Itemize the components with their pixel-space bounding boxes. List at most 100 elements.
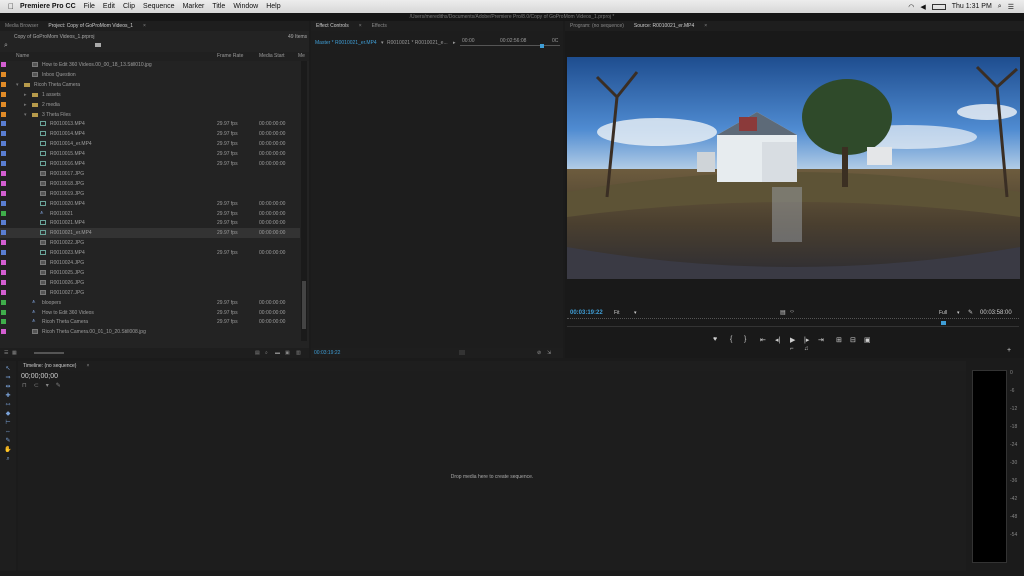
wrench-icon[interactable]: ✎ bbox=[968, 309, 973, 316]
label-color[interactable] bbox=[1, 151, 6, 157]
label-color[interactable] bbox=[1, 220, 6, 226]
rate-stretch-icon[interactable]: ⇿ bbox=[4, 402, 12, 409]
search-icon[interactable]: ⌕ bbox=[998, 3, 1002, 11]
pen-icon[interactable]: ✎ bbox=[4, 438, 12, 445]
clip-name-icon[interactable]: ‹› bbox=[790, 309, 794, 315]
tab-project[interactable]: Project: Copy of GoProMom Videos_1 bbox=[43, 23, 138, 29]
hand-icon[interactable]: ✋ bbox=[4, 447, 12, 454]
dropdown-icon[interactable]: ▾ bbox=[957, 310, 960, 316]
label-color[interactable] bbox=[1, 101, 6, 107]
linked-icon[interactable]: ⊂ bbox=[34, 382, 39, 389]
list-item[interactable]: How to Edit 360 Videos.00_00_18_13.Still… bbox=[0, 60, 300, 70]
label-color[interactable] bbox=[1, 210, 6, 216]
ripple-edit-icon[interactable]: ⇹ bbox=[4, 384, 12, 391]
clock[interactable]: Thu 1:31 PM bbox=[952, 3, 992, 10]
video-frame[interactable] bbox=[567, 57, 1020, 279]
label-color[interactable] bbox=[1, 190, 6, 196]
label-color[interactable] bbox=[1, 161, 6, 166]
list-item[interactable]: ▾ Ricoh Theta Camera bbox=[0, 80, 300, 90]
zoom-select[interactable]: Fit bbox=[614, 310, 620, 316]
label-color[interactable] bbox=[1, 240, 6, 246]
label-color[interactable] bbox=[1, 121, 6, 127]
play-icon[interactable]: ▸ bbox=[453, 40, 456, 46]
find-icon[interactable]: ⌕ bbox=[265, 350, 268, 356]
list-item[interactable]: R0010013.MP4 29.97 fps 00:00:00:00 bbox=[0, 119, 300, 129]
disclosure-closed-icon[interactable]: ▸ bbox=[24, 100, 27, 110]
scrollbar[interactable] bbox=[301, 61, 307, 341]
mark-in-icon[interactable]: { bbox=[730, 336, 732, 343]
apple-icon[interactable]:  bbox=[8, 2, 14, 11]
list-item[interactable]: Ricoh Theta Camera.00_01_10_20.Still008.… bbox=[0, 327, 300, 337]
slip-icon[interactable]: ⊢ bbox=[4, 420, 12, 427]
go-to-in-icon[interactable]: ⇤ bbox=[760, 336, 766, 344]
disclosure-open-icon[interactable]: ▾ bbox=[16, 80, 19, 90]
source-settings-icon[interactable]: ▤ bbox=[780, 309, 786, 316]
dropdown-icon[interactable]: ▾ bbox=[381, 40, 384, 46]
label-color[interactable] bbox=[1, 230, 6, 236]
icon-view-icon[interactable]: ▦ bbox=[12, 350, 17, 356]
overwrite-icon[interactable]: ⊟ bbox=[850, 336, 856, 344]
tab-media-browser[interactable]: Media Browser bbox=[0, 23, 43, 29]
rolling-edit-icon[interactable]: ✚ bbox=[4, 393, 12, 400]
insert-icon[interactable]: ⊞ bbox=[836, 336, 842, 344]
list-item[interactable]: ⩚ Ricoh Theta Camera 29.97 fps 00:00:00:00 bbox=[0, 317, 300, 327]
list-item[interactable]: ⩚ How to Edit 360 Videos 29.97 fps 00:00:00… bbox=[0, 308, 300, 318]
label-color[interactable] bbox=[1, 200, 6, 206]
snap-icon[interactable]: ⊓ bbox=[22, 382, 27, 389]
app-name[interactable]: Premiere Pro CC bbox=[20, 3, 76, 10]
list-item[interactable]: R0010015.MP4 29.97 fps 00:00:00:00 bbox=[0, 149, 300, 159]
list-item[interactable]: ⩚ R0010021 29.97 fps 00:00:00:00 bbox=[0, 209, 300, 219]
playhead-marker[interactable] bbox=[540, 44, 544, 48]
list-item[interactable]: R0010016.MP4 29.97 fps 00:00:00:00 bbox=[0, 159, 300, 169]
list-item[interactable]: ▸ 1 assets bbox=[0, 90, 300, 100]
step-back-icon[interactable]: ◂| bbox=[775, 336, 780, 344]
filter-icon[interactable]: ⊘ bbox=[537, 350, 541, 356]
tab-program[interactable]: Program: (no sequence) bbox=[565, 23, 629, 29]
menu-help[interactable]: Help bbox=[266, 3, 280, 10]
drag-audio-icon[interactable]: ♫ bbox=[804, 346, 809, 352]
export-icon[interactable]: ⇲ bbox=[547, 350, 551, 356]
export-frame-icon[interactable]: ▣ bbox=[864, 336, 871, 344]
menu-title[interactable]: Title bbox=[212, 3, 225, 10]
list-item[interactable]: R0010019.JPG bbox=[0, 189, 300, 199]
label-color[interactable] bbox=[1, 91, 6, 97]
label-color[interactable] bbox=[1, 299, 6, 305]
master-clip[interactable]: Master * R0010021_er.MP4 bbox=[315, 40, 377, 46]
list-item[interactable]: R0010014.MP4 29.97 fps 00:00:00:00 bbox=[0, 129, 300, 139]
new-bin-icon[interactable]: ▬ bbox=[275, 350, 280, 356]
label-color[interactable] bbox=[1, 131, 6, 137]
automate-icon[interactable]: ▤ bbox=[255, 350, 260, 356]
label-color[interactable] bbox=[1, 309, 6, 315]
tab-effect-controls[interactable]: Effect Controls bbox=[311, 23, 354, 29]
label-color[interactable] bbox=[1, 71, 6, 77]
source-timecode[interactable]: 00:03:19:22 bbox=[570, 310, 603, 316]
add-marker-icon[interactable]: ▾ bbox=[46, 382, 49, 389]
zoom-slider[interactable] bbox=[34, 352, 64, 354]
list-item[interactable]: R0010020.MP4 29.97 fps 00:00:00:00 bbox=[0, 199, 300, 209]
list-item[interactable]: R0010026.JPG bbox=[0, 278, 300, 288]
volume-icon[interactable]: ◀ bbox=[920, 3, 925, 11]
go-to-out-icon[interactable]: ⇥ bbox=[818, 336, 824, 344]
marker-icon[interactable]: ♥ bbox=[713, 336, 717, 343]
slide-icon[interactable]: ⇔ bbox=[4, 429, 12, 436]
zoom-bar[interactable] bbox=[567, 326, 1019, 327]
menu-clip[interactable]: Clip bbox=[123, 3, 135, 10]
menu-window[interactable]: Window bbox=[233, 3, 258, 10]
tab-effects[interactable]: Effects bbox=[367, 23, 392, 29]
sequence-clip[interactable]: R0010021 * R0010021_e... bbox=[387, 40, 448, 46]
disclosure-closed-icon[interactable]: ▸ bbox=[24, 90, 27, 100]
list-item[interactable]: ▸ 2 media bbox=[0, 100, 300, 110]
list-item[interactable]: R0010017.JPG bbox=[0, 169, 300, 179]
close-icon[interactable]: × bbox=[699, 23, 712, 29]
close-icon[interactable]: × bbox=[354, 23, 367, 29]
time-ruler[interactable] bbox=[567, 318, 1019, 324]
list-view-icon[interactable]: ☰ bbox=[4, 350, 8, 356]
dropdown-icon[interactable]: ▾ bbox=[634, 310, 637, 316]
new-bin-icon[interactable] bbox=[95, 43, 101, 47]
list-item[interactable]: R0010018.JPG bbox=[0, 179, 300, 189]
list-item[interactable]: R0010027.JPG bbox=[0, 288, 300, 298]
new-item-icon[interactable]: ▣ bbox=[285, 350, 290, 356]
play-icon[interactable]: ▶ bbox=[790, 336, 795, 344]
list-item[interactable]: R0010025.JPG bbox=[0, 268, 300, 278]
close-icon[interactable]: × bbox=[81, 363, 94, 369]
